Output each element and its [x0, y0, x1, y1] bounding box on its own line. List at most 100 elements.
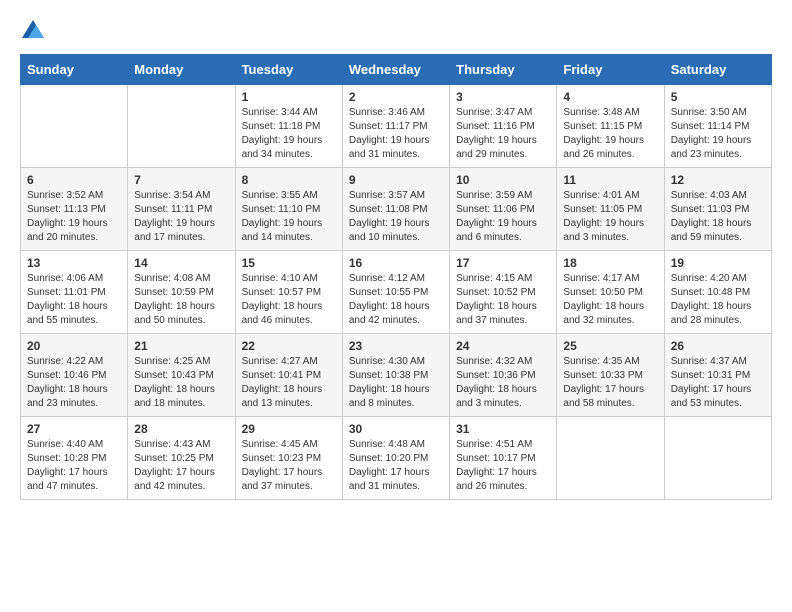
day-info: Sunrise: 3:52 AM Sunset: 11:13 PM Daylig…: [27, 189, 121, 245]
calendar-cell: [664, 417, 771, 500]
calendar-header-friday: Friday: [557, 55, 664, 85]
day-info: Sunrise: 3:44 AM Sunset: 11:18 PM Daylig…: [242, 106, 336, 162]
calendar-cell: 12 Sunrise: 4:03 AM Sunset: 11:03 PM Dayl…: [664, 168, 771, 251]
calendar-cell: 1 Sunrise: 3:44 AM Sunset: 11:18 PM Dayli…: [235, 85, 342, 168]
day-number: 9: [349, 173, 443, 187]
day-info: Sunrise: 4:30 AM Sunset: 10:38 PM Daylig…: [349, 355, 443, 411]
day-info: Sunrise: 4:48 AM Sunset: 10:20 PM Daylig…: [349, 438, 443, 494]
day-number: 19: [671, 256, 765, 270]
calendar-cell: 24 Sunrise: 4:32 AM Sunset: 10:36 PM Dayl…: [450, 334, 557, 417]
day-info: Sunrise: 4:20 AM Sunset: 10:48 PM Daylig…: [671, 272, 765, 328]
calendar-cell: 17 Sunrise: 4:15 AM Sunset: 10:52 PM Dayl…: [450, 251, 557, 334]
day-number: 25: [563, 339, 657, 353]
calendar-cell: 18Sunrise: 4:17 AM Sunset: 10:50 PM Dayl…: [557, 251, 664, 334]
day-info: Sunrise: 4:43 AM Sunset: 10:25 PM Daylig…: [134, 438, 228, 494]
day-info: Sunrise: 3:54 AM Sunset: 11:11 PM Daylig…: [134, 189, 228, 245]
calendar-header-tuesday: Tuesday: [235, 55, 342, 85]
day-info: Sunrise: 4:06 AM Sunset: 11:01 PM Daylig…: [27, 272, 121, 328]
calendar-cell: 25 Sunrise: 4:35 AM Sunset: 10:33 PM Dayl…: [557, 334, 664, 417]
day-number: 14: [134, 256, 228, 270]
day-info: Sunrise: 4:40 AM Sunset: 10:28 PM Daylig…: [27, 438, 121, 494]
calendar-table: SundayMondayTuesdayWednesdayThursdayFrid…: [20, 54, 772, 500]
day-info: Sunrise: 3:46 AM Sunset: 11:17 PM Daylig…: [349, 106, 443, 162]
calendar-cell: 6 Sunrise: 3:52 AM Sunset: 11:13 PM Dayli…: [21, 168, 128, 251]
day-number: 1: [242, 90, 336, 104]
day-info: Sunrise: 4:03 AM Sunset: 11:03 PM Daylig…: [671, 189, 765, 245]
day-number: 29: [242, 422, 336, 436]
calendar-cell: 3 Sunrise: 3:47 AM Sunset: 11:16 PM Dayli…: [450, 85, 557, 168]
day-number: 8: [242, 173, 336, 187]
calendar-cell: 7 Sunrise: 3:54 AM Sunset: 11:11 PM Dayli…: [128, 168, 235, 251]
day-info: Sunrise: 4:22 AM Sunset: 10:46 PM Daylig…: [27, 355, 121, 411]
day-number: 23: [349, 339, 443, 353]
day-info: Sunrise: 3:50 AM Sunset: 11:14 PM Daylig…: [671, 106, 765, 162]
day-info: Sunrise: 4:12 AM Sunset: 10:55 PM Daylig…: [349, 272, 443, 328]
day-info: Sunrise: 4:45 AM Sunset: 10:23 PM Daylig…: [242, 438, 336, 494]
calendar-cell: 29 Sunrise: 4:45 AM Sunset: 10:23 PM Dayl…: [235, 417, 342, 500]
day-info: Sunrise: 3:55 AM Sunset: 11:10 PM Daylig…: [242, 189, 336, 245]
day-number: 13: [27, 256, 121, 270]
calendar-header-thursday: Thursday: [450, 55, 557, 85]
day-info: Sunrise: 3:57 AM Sunset: 11:08 PM Daylig…: [349, 189, 443, 245]
calendar-cell: 27 Sunrise: 4:40 AM Sunset: 10:28 PM Dayl…: [21, 417, 128, 500]
logo: [20, 20, 44, 38]
calendar-cell: 22Sunrise: 4:27 AM Sunset: 10:41 PM Dayl…: [235, 334, 342, 417]
day-number: 15: [242, 256, 336, 270]
calendar-cell: 5Sunrise: 3:50 AM Sunset: 11:14 PM Dayli…: [664, 85, 771, 168]
day-info: Sunrise: 4:17 AM Sunset: 10:50 PM Daylig…: [563, 272, 657, 328]
calendar-cell: 2 Sunrise: 3:46 AM Sunset: 11:17 PM Dayli…: [342, 85, 449, 168]
day-number: 24: [456, 339, 550, 353]
day-info: Sunrise: 4:32 AM Sunset: 10:36 PM Daylig…: [456, 355, 550, 411]
day-info: Sunrise: 3:48 AM Sunset: 11:15 PM Daylig…: [563, 106, 657, 162]
day-number: 30: [349, 422, 443, 436]
calendar-cell: 21Sunrise: 4:25 AM Sunset: 10:43 PM Dayl…: [128, 334, 235, 417]
calendar-cell: 30 Sunrise: 4:48 AM Sunset: 10:20 PM Dayl…: [342, 417, 449, 500]
day-info: Sunrise: 4:10 AM Sunset: 10:57 PM Daylig…: [242, 272, 336, 328]
day-number: 21: [134, 339, 228, 353]
day-number: 27: [27, 422, 121, 436]
day-number: 6: [27, 173, 121, 187]
day-number: 20: [27, 339, 121, 353]
day-number: 26: [671, 339, 765, 353]
day-info: Sunrise: 4:01 AM Sunset: 11:05 PM Daylig…: [563, 189, 657, 245]
calendar-week-row: 20 Sunrise: 4:22 AM Sunset: 10:46 PM Dayl…: [21, 334, 772, 417]
day-info: Sunrise: 3:47 AM Sunset: 11:16 PM Daylig…: [456, 106, 550, 162]
calendar-cell: 16 Sunrise: 4:12 AM Sunset: 10:55 PM Dayl…: [342, 251, 449, 334]
day-number: 17: [456, 256, 550, 270]
day-number: 11: [563, 173, 657, 187]
day-info: Sunrise: 4:15 AM Sunset: 10:52 PM Daylig…: [456, 272, 550, 328]
calendar-cell: 23 Sunrise: 4:30 AM Sunset: 10:38 PM Dayl…: [342, 334, 449, 417]
day-info: Sunrise: 4:35 AM Sunset: 10:33 PM Daylig…: [563, 355, 657, 411]
day-number: 31: [456, 422, 550, 436]
day-info: Sunrise: 4:37 AM Sunset: 10:31 PM Daylig…: [671, 355, 765, 411]
calendar-cell: 26 Sunrise: 4:37 AM Sunset: 10:31 PM Dayl…: [664, 334, 771, 417]
calendar-cell: 14 Sunrise: 4:08 AM Sunset: 10:59 PM Dayl…: [128, 251, 235, 334]
day-number: 10: [456, 173, 550, 187]
page-header: [20, 20, 772, 38]
logo-icon: [22, 20, 44, 38]
calendar-cell: 11 Sunrise: 4:01 AM Sunset: 11:05 PM Dayl…: [557, 168, 664, 251]
day-number: 7: [134, 173, 228, 187]
calendar-cell: 13 Sunrise: 4:06 AM Sunset: 11:01 PM Dayl…: [21, 251, 128, 334]
day-number: 4: [563, 90, 657, 104]
day-number: 22: [242, 339, 336, 353]
calendar-week-row: 13 Sunrise: 4:06 AM Sunset: 11:01 PM Dayl…: [21, 251, 772, 334]
calendar-cell: 31Sunrise: 4:51 AM Sunset: 10:17 PM Dayl…: [450, 417, 557, 500]
calendar-week-row: 1 Sunrise: 3:44 AM Sunset: 11:18 PM Dayli…: [21, 85, 772, 168]
calendar-cell: 8 Sunrise: 3:55 AM Sunset: 11:10 PM Dayli…: [235, 168, 342, 251]
calendar-header-saturday: Saturday: [664, 55, 771, 85]
day-number: 12: [671, 173, 765, 187]
calendar-cell: 19 Sunrise: 4:20 AM Sunset: 10:48 PM Dayl…: [664, 251, 771, 334]
day-number: 3: [456, 90, 550, 104]
calendar-cell: 20 Sunrise: 4:22 AM Sunset: 10:46 PM Dayl…: [21, 334, 128, 417]
day-number: 2: [349, 90, 443, 104]
day-number: 16: [349, 256, 443, 270]
calendar-cell: 10 Sunrise: 3:59 AM Sunset: 11:06 PM Dayl…: [450, 168, 557, 251]
day-info: Sunrise: 3:59 AM Sunset: 11:06 PM Daylig…: [456, 189, 550, 245]
day-info: Sunrise: 4:08 AM Sunset: 10:59 PM Daylig…: [134, 272, 228, 328]
calendar-cell: [557, 417, 664, 500]
calendar-cell: 28 Sunrise: 4:43 AM Sunset: 10:25 PM Dayl…: [128, 417, 235, 500]
calendar-week-row: 27 Sunrise: 4:40 AM Sunset: 10:28 PM Dayl…: [21, 417, 772, 500]
day-number: 28: [134, 422, 228, 436]
calendar-cell: 15 Sunrise: 4:10 AM Sunset: 10:57 PM Dayl…: [235, 251, 342, 334]
